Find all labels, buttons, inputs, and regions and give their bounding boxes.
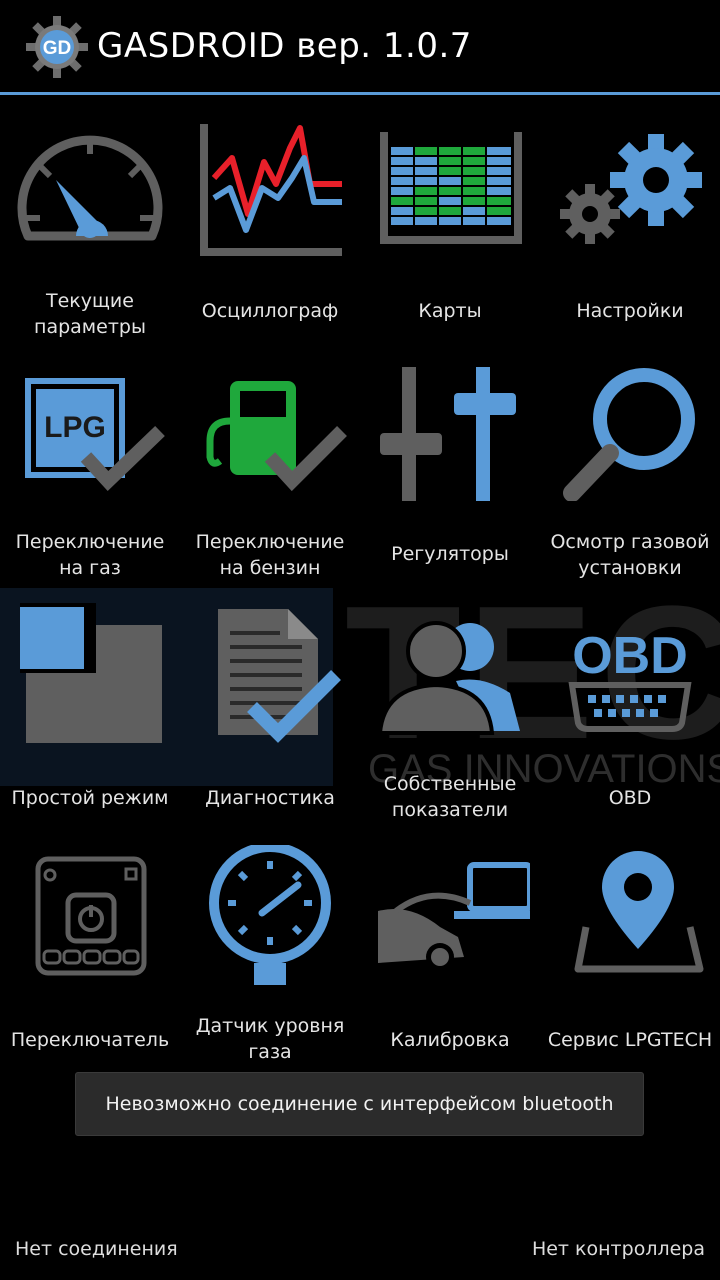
car-laptop-icon (378, 862, 530, 971)
tile-label: Датчик уровня газа (195, 1015, 345, 1063)
tile-label: Переключение на бензин (195, 531, 345, 579)
tile-switch-to-petrol[interactable]: Переключение на бензин (180, 353, 360, 595)
tile-regulators[interactable]: Регуляторы (360, 353, 540, 595)
tile-calibration[interactable]: Калибровка (360, 837, 540, 1079)
tile-label: Переключение на газ (15, 531, 165, 579)
tile-label: Переключатель (10, 1029, 170, 1051)
tile-label: Настройки (576, 300, 684, 322)
controller-status: Нет контроллера (531, 1238, 705, 1260)
tile-current-params[interactable]: Текущие параметры (0, 110, 180, 352)
connection-status: Нет соединения (15, 1238, 178, 1260)
app-title: GASDROID вер. 1.0.7 (97, 26, 472, 66)
magnifier-icon (563, 368, 695, 501)
tile-label: OBD (608, 787, 652, 809)
tile-custom-indicators[interactable]: Собственные показатели (360, 595, 540, 837)
users-icon (377, 621, 520, 735)
svg-text:OBD: OBD (572, 627, 688, 685)
tile-switch-to-gas[interactable]: LPG Переключение на газ (0, 353, 180, 595)
sliders-icon (380, 367, 516, 501)
gears-icon (560, 134, 702, 244)
tile-oscilloscope[interactable]: Осциллограф (180, 110, 360, 352)
switch-panel-icon (35, 856, 147, 976)
tile-label: Осциллограф (201, 300, 339, 322)
tile-switch[interactable]: Переключатель (0, 837, 180, 1079)
tile-maps[interactable]: Карты (360, 110, 540, 352)
tile-label: Диагностика (205, 787, 335, 809)
tile-gas-level-sensor[interactable]: Датчик уровня газа (180, 837, 360, 1079)
speedometer-icon (17, 135, 163, 241)
map-grid-icon (380, 132, 522, 244)
bluetooth-error-toast: Невозможно соединение с интерфейсом blue… (75, 1072, 644, 1136)
svg-text:GD: GD (43, 38, 72, 59)
tile-label: Карты (418, 300, 482, 322)
tile-label: Простой режим (11, 787, 169, 809)
header-divider (0, 92, 720, 95)
tile-inspection[interactable]: Осмотр газовой установки (540, 353, 720, 595)
tile-label: Текущие параметры (34, 290, 146, 338)
toast-message: Невозможно соединение с интерфейсом blue… (105, 1093, 614, 1115)
tile-label: Собственные показатели (383, 773, 517, 821)
tile-lpgtech-service[interactable]: Сервис LPGTECH (540, 837, 720, 1079)
oscilloscope-icon (200, 124, 342, 256)
document-check-icon (218, 609, 341, 743)
svg-text:LPG: LPG (44, 411, 106, 444)
tile-label: Регуляторы (391, 543, 509, 565)
tile-label: Калибровка (390, 1029, 510, 1051)
location-pin-icon (574, 851, 704, 973)
obd-connector-icon: OBD (568, 627, 692, 732)
tile-label: Сервис LPGTECH (547, 1029, 713, 1051)
tile-diagnostics[interactable]: Диагностика (180, 595, 360, 837)
tile-simple-mode[interactable]: Простой режим (0, 595, 180, 837)
tile-obd[interactable]: OBD OBD (540, 595, 720, 837)
level-gauge-icon (209, 845, 331, 985)
tile-settings[interactable]: Настройки (540, 110, 720, 352)
tile-label: Осмотр газовой установки (550, 531, 710, 579)
simple-mode-icon (20, 603, 162, 743)
app-logo-icon: GD (26, 16, 88, 78)
lpg-check-icon: LPG (25, 378, 165, 492)
fuel-pump-check-icon (206, 381, 347, 492)
app-header: GD GASDROID вер. 1.0.7 (0, 0, 720, 96)
